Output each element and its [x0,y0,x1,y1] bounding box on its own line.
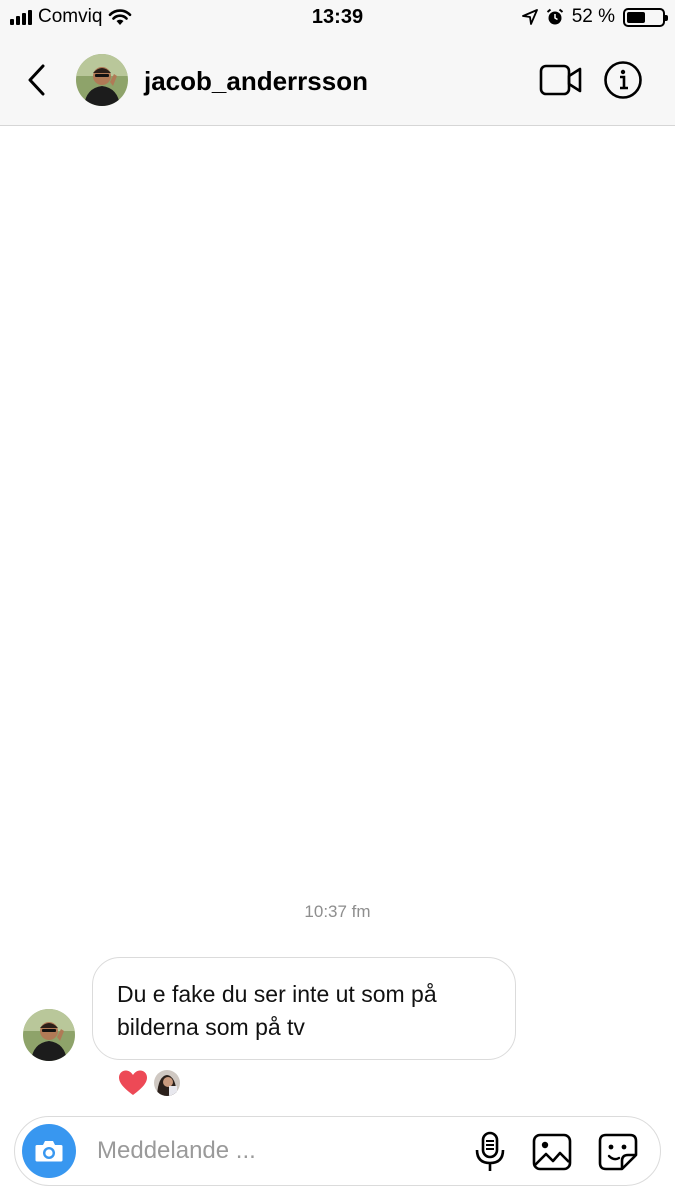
chat-header: jacob_anderrsson [0,36,675,126]
gallery-button[interactable] [531,1132,573,1172]
profile-avatar[interactable] [76,54,128,106]
heart-icon [119,1070,147,1095]
camera-button[interactable] [22,1124,76,1178]
sticker-icon [598,1133,638,1171]
message-bubble[interactable]: Du e fake du ser inte ut som på bilderna… [92,957,516,1060]
message-composer [14,1116,661,1186]
message-timestamp: 10:37 fm [304,902,371,921]
status-right: 52 % [521,6,668,28]
sticker-button[interactable] [597,1132,639,1172]
status-bar: Comviq 13:39 52 % [0,0,675,36]
location-icon [521,9,538,25]
message-reactions[interactable] [118,1068,182,1098]
reactor-avatar [152,1068,182,1098]
sender-avatar[interactable] [23,1009,75,1061]
microphone-icon [475,1131,505,1171]
message-input[interactable] [97,1133,457,1169]
video-call-button[interactable] [539,62,583,98]
back-chevron-icon [28,64,45,96]
chat-username[interactable]: jacob_anderrsson [144,66,368,97]
video-call-icon [539,64,582,96]
back-button[interactable] [20,60,54,100]
alarm-icon [546,8,563,25]
gallery-icon [532,1133,572,1171]
battery-icon [623,7,668,27]
battery-percent: 52 % [571,6,615,27]
microphone-button[interactable] [473,1131,507,1173]
camera-icon [35,1141,63,1162]
info-icon [604,61,642,99]
info-button[interactable] [603,60,643,100]
